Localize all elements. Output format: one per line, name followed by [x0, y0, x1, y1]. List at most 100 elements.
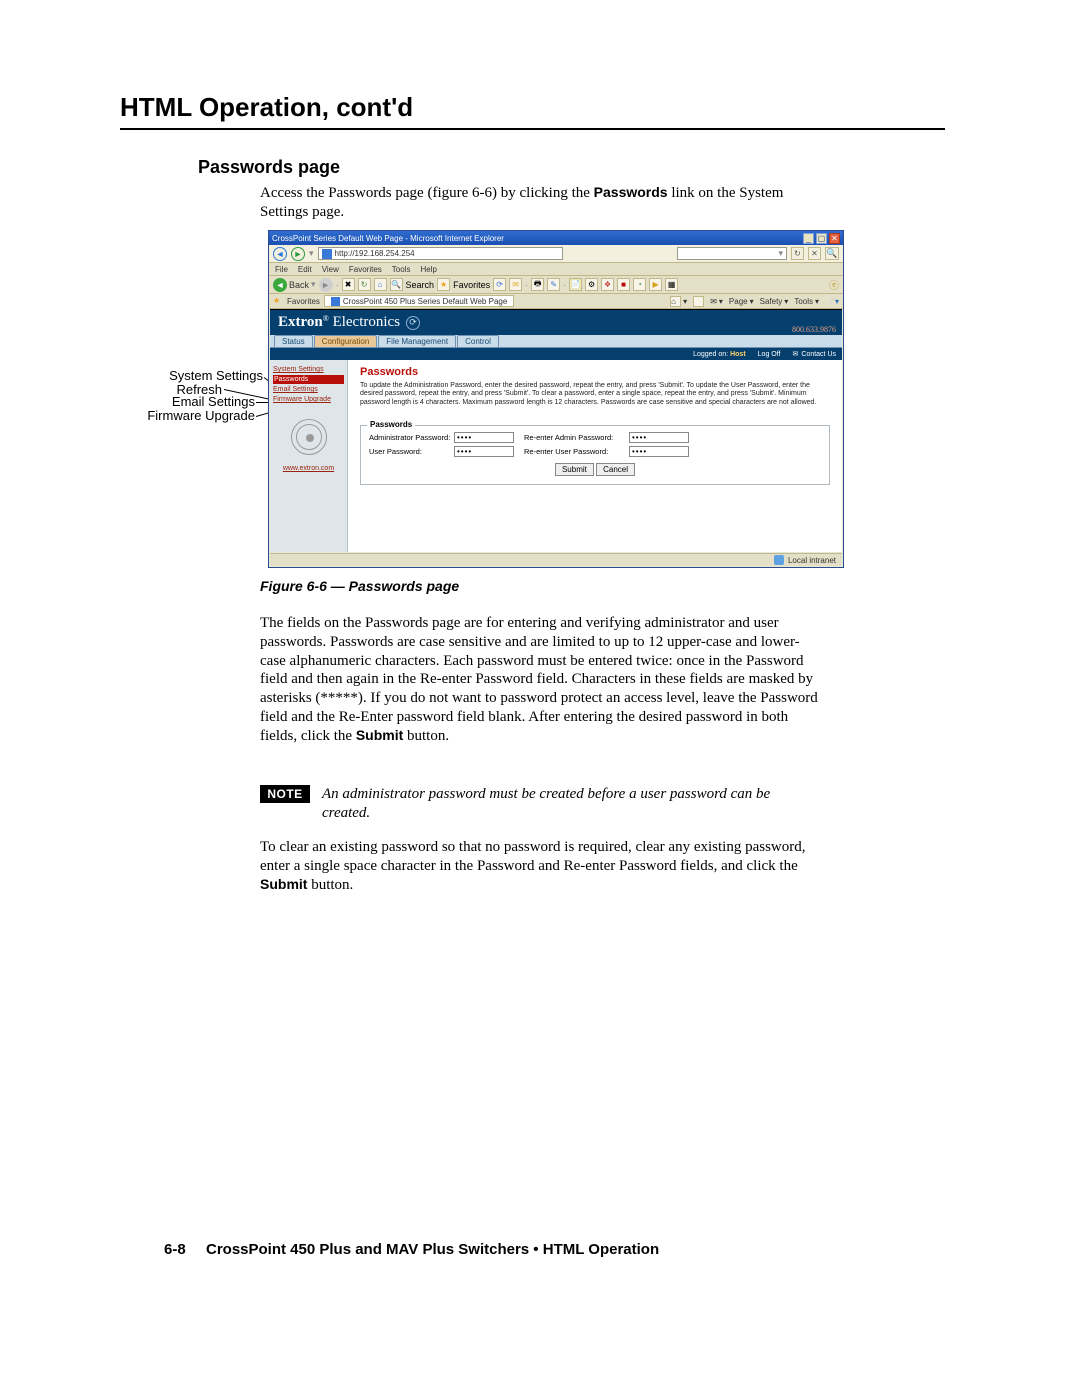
mail-dropdown[interactable]: ✉▾ [710, 297, 723, 306]
ie-logo-icon: ⓔ [829, 277, 839, 292]
tab-configuration[interactable]: Configuration [314, 335, 378, 347]
footer-text: CrossPoint 450 Plus and MAV Plus Switche… [206, 1241, 659, 1258]
search-label: Search [406, 280, 435, 290]
menu-item[interactable]: Help [420, 265, 436, 274]
menu-item[interactable]: View [322, 265, 339, 274]
reenter-admin-password-field[interactable] [629, 432, 689, 443]
url-field[interactable]: http://192.168.254.254 [318, 247, 563, 260]
main-panel: Passwords To update the Administration P… [348, 360, 842, 552]
home-dropdown[interactable]: ⌂▾ [670, 296, 687, 307]
page-title: HTML Operation, cont'd [120, 92, 413, 123]
contact-us-link[interactable]: ✉Contact Us [793, 350, 837, 358]
brand-text: Extron® Electronics [278, 314, 400, 331]
page-menu[interactable]: Page▾ [729, 297, 754, 306]
window-title: CrossPoint Series Default Web Page - Mic… [272, 234, 504, 243]
browser-window: CrossPoint Series Default Web Page - Mic… [268, 230, 844, 568]
feed-dropdown[interactable] [693, 296, 704, 307]
refresh-icon[interactable]: ↻ [791, 247, 804, 260]
back-arrow-icon: ◄ [273, 278, 287, 292]
sidebar-item-system-settings[interactable]: System Settings [273, 365, 344, 374]
body-paragraph-2: To clear an existing password so that no… [260, 838, 820, 894]
search-toolbar-icon[interactable]: 🔍 [390, 278, 403, 291]
passwords-fieldset: Passwords Administrator Password: Re-ent… [360, 425, 830, 485]
label-email-settings: Email Settings [108, 395, 255, 409]
log-off-link[interactable]: Log Off [758, 351, 781, 358]
page-icon [322, 249, 332, 259]
url-text: http://192.168.254.254 [335, 249, 415, 258]
tools-menu[interactable]: Tools▾ [794, 297, 819, 306]
brand-logo-icon: ⟳ [406, 316, 420, 330]
forward-button[interactable]: ► [319, 278, 333, 292]
minimize-icon[interactable]: _ [803, 233, 814, 244]
tool-icon[interactable]: ❖ [601, 278, 614, 291]
maximize-icon[interactable]: ▢ [816, 233, 827, 244]
edit-icon[interactable]: ✎ [547, 278, 560, 291]
admin-password-field[interactable] [454, 432, 514, 443]
menubar: File Edit View Favorites Tools Help [269, 263, 843, 276]
refresh-toolbar-icon[interactable]: ↻ [358, 278, 371, 291]
intro-paragraph: Access the Passwords page (figure 6-6) b… [260, 184, 820, 222]
search-field[interactable]: ▾ [677, 247, 787, 260]
note-badge: NOTE [260, 785, 310, 803]
fav-star-icon[interactable]: ★ [273, 296, 283, 306]
tab-control[interactable]: Control [457, 335, 499, 347]
close-icon[interactable]: ✕ [829, 233, 840, 244]
tool-icon[interactable]: ▦ [665, 278, 678, 291]
sidebar-list: System Settings Passwords Email Settings… [273, 365, 344, 405]
sidebar-item-email-settings[interactable]: Email Settings [273, 385, 344, 394]
back-nav-icon[interactable]: ◄ [273, 247, 287, 261]
favorites-icon[interactable]: ★ [437, 278, 450, 291]
figure-caption: Figure 6-6 — Passwords page [260, 578, 459, 594]
browser-tab[interactable]: CrossPoint 450 Plus Series Default Web P… [324, 295, 514, 307]
tool-icon[interactable]: 📄 [569, 278, 582, 291]
safety-menu[interactable]: Safety▾ [760, 297, 789, 306]
toolbar: ◄ Back ▾ ► · ✖ ↻ ⌂ 🔍 Search ★ Favorites … [269, 276, 843, 294]
cancel-button[interactable]: Cancel [596, 463, 635, 476]
tabs-bar: ★ Favorites CrossPoint 450 Plus Series D… [269, 294, 843, 309]
help-icon[interactable]: ❔▾ [825, 297, 839, 306]
reenter-user-password-field[interactable] [629, 446, 689, 457]
sidebar-item-firmware-upgrade[interactable]: Firmware Upgrade [273, 395, 344, 404]
tool-icon[interactable]: ▶ [649, 278, 662, 291]
titlebar: CrossPoint Series Default Web Page - Mic… [269, 231, 843, 245]
reenter-admin-password-label: Re-enter Admin Password: [524, 433, 629, 442]
mail-icon[interactable]: ✉ [509, 278, 522, 291]
home-small-icon: ⌂ [670, 296, 681, 307]
menu-item[interactable]: Edit [298, 265, 312, 274]
tool-icon[interactable]: ◔ [633, 278, 646, 291]
intro-bold: Passwords [594, 184, 668, 200]
sidebar-item-passwords[interactable]: Passwords [273, 375, 344, 384]
fieldset-legend: Passwords [367, 420, 415, 429]
home-icon[interactable]: ⌂ [374, 278, 387, 291]
stop-icon[interactable]: ✕ [808, 247, 821, 260]
menu-item[interactable]: Tools [392, 265, 411, 274]
print-icon[interactable]: 🖶 [531, 278, 544, 291]
status-text: Local intranet [788, 556, 836, 565]
intro-pre: Access the Passwords page (figure 6-6) b… [260, 185, 594, 201]
tool-icon[interactable]: ⚙ [585, 278, 598, 291]
search-icon[interactable]: 🔍 [825, 247, 839, 260]
tab-file-management[interactable]: File Management [378, 335, 456, 347]
brand-bar: Extron® Electronics ⟳ 800.633.9876 [270, 309, 842, 335]
history-icon[interactable]: ⟳ [493, 278, 506, 291]
extron-url-link[interactable]: www.extron.com [283, 465, 334, 472]
sub-bar: Logged on: Host Log Off ✉Contact Us [270, 348, 842, 360]
menu-item[interactable]: Favorites [349, 265, 382, 274]
stop-toolbar-icon[interactable]: ✖ [342, 278, 355, 291]
admin-password-label: Administrator Password: [369, 433, 454, 442]
tool-icon[interactable]: ■ [617, 278, 630, 291]
forward-nav-icon[interactable]: ► [291, 247, 305, 261]
favorites-label: Favorites [453, 280, 490, 290]
footer-page-number: 6-8 [164, 1241, 186, 1258]
content-area: System Settings Passwords Email Settings… [270, 360, 842, 552]
zone-icon [774, 555, 784, 565]
help-text: To update the Administration Password, e… [360, 382, 830, 407]
reenter-user-password-label: Re-enter User Password: [524, 447, 629, 456]
menu-item[interactable]: File [275, 265, 288, 274]
extron-logo-icon [291, 419, 327, 455]
user-password-field[interactable] [454, 446, 514, 457]
back-label: Back [289, 280, 309, 290]
tab-status[interactable]: Status [274, 335, 313, 347]
back-button[interactable]: ◄ Back ▾ [273, 278, 316, 292]
submit-button[interactable]: Submit [555, 463, 594, 476]
